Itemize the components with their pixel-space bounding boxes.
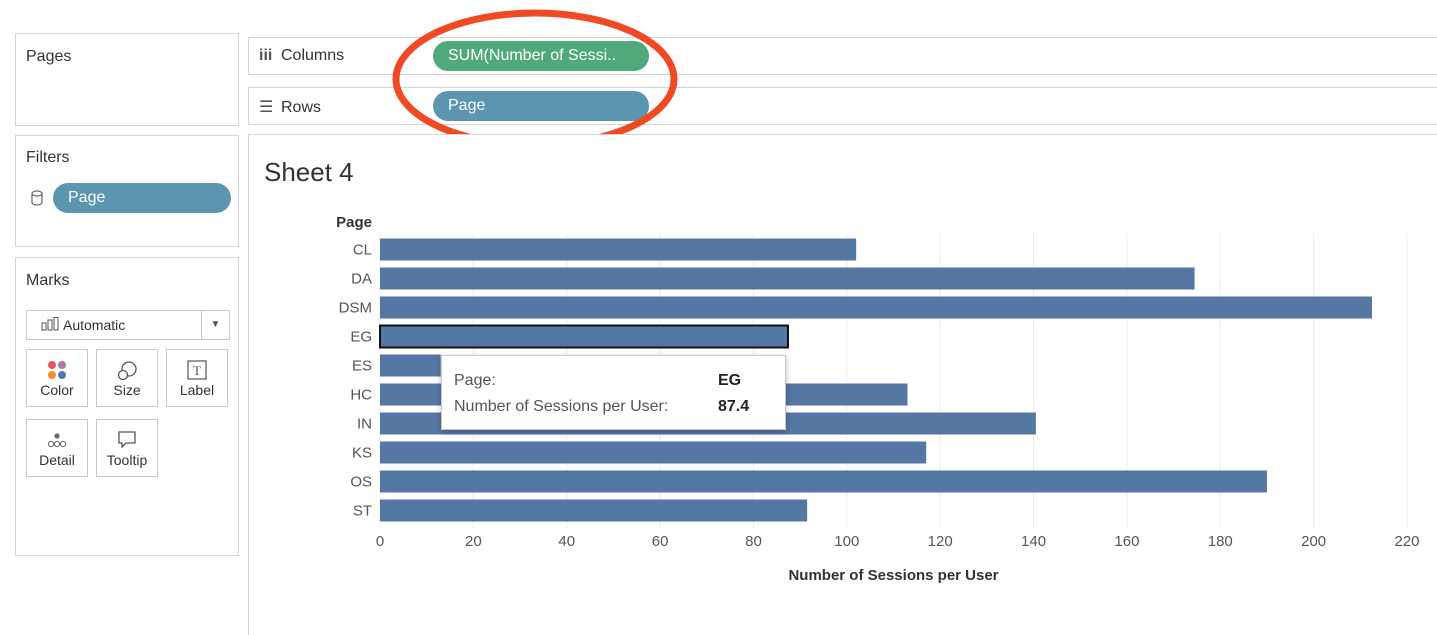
- category-label-da: DA: [351, 271, 372, 288]
- category-label-st: ST: [353, 503, 372, 520]
- mark-type-value: Automatic: [63, 317, 126, 333]
- bar-dsm[interactable]: [380, 296, 1372, 319]
- chevron-down-icon[interactable]: ▼: [201, 311, 229, 339]
- annotation-ellipse: [392, 9, 678, 149]
- filters-title: Filters: [26, 149, 70, 166]
- bar-da[interactable]: [380, 267, 1195, 290]
- svg-text:T: T: [193, 363, 201, 378]
- rows-shelf[interactable]: ☰ Rows Page: [248, 87, 1437, 125]
- x-tick-label: 160: [1114, 533, 1139, 550]
- database-icon: [30, 190, 44, 211]
- label-label: Label: [179, 382, 215, 398]
- bar-es[interactable]: [380, 354, 441, 377]
- x-tick-label: 180: [1208, 533, 1233, 550]
- category-label-eg: EG: [350, 329, 372, 346]
- pages-title: Pages: [26, 48, 72, 65]
- bar-cl[interactable]: [380, 238, 857, 261]
- tooltip-page-label: Page:: [454, 372, 496, 389]
- category-label-es: ES: [352, 358, 372, 375]
- category-label-in: IN: [357, 416, 372, 433]
- label-button[interactable]: T Label: [166, 349, 228, 407]
- category-label-hc: HC: [350, 387, 372, 404]
- category-axis-title: Page: [336, 214, 372, 231]
- tooltip-metric-value: 87.4: [718, 398, 750, 415]
- size-icon: [97, 350, 157, 381]
- sheet-title: Sheet 4: [264, 157, 354, 187]
- x-tick-label: 200: [1301, 533, 1326, 550]
- text-label-icon: T: [167, 350, 227, 380]
- rows-label: Rows: [281, 99, 322, 116]
- x-tick-label: 80: [745, 533, 762, 550]
- bar-ks[interactable]: [380, 441, 927, 464]
- columns-icon: iii: [259, 47, 273, 64]
- columns-label: Columns: [281, 47, 345, 64]
- bar-chart-icon: [41, 312, 59, 340]
- mark-tooltip: Page: EG Number of Sessions per User: 87…: [441, 355, 786, 430]
- x-tick-label: 220: [1394, 533, 1419, 550]
- tooltip-page-value: EG: [718, 372, 742, 389]
- bar-st[interactable]: [380, 499, 808, 522]
- tooltip-metric-label: Number of Sessions per User:: [454, 398, 669, 415]
- category-label-dsm: DSM: [339, 300, 372, 317]
- mark-type-dropdown[interactable]: Automatic ▼: [26, 310, 230, 340]
- speech-bubble-icon: [97, 420, 157, 449]
- tooltip-button[interactable]: Tooltip: [96, 419, 158, 477]
- bar-chart[interactable]: Page CL DA DSM EG ES HC IN KS OS ST0 20 40 60 80 100 120…: [260, 205, 1435, 605]
- color-dots-icon: [27, 350, 87, 379]
- detail-button[interactable]: Detail: [26, 419, 88, 477]
- x-axis-title: Number of Sessions per User: [788, 567, 998, 584]
- filters-card[interactable]: Filters Page: [15, 135, 239, 247]
- color-label: Color: [40, 382, 74, 398]
- size-button[interactable]: Size: [96, 349, 158, 407]
- x-tick-label: 140: [1021, 533, 1046, 550]
- detail-label: Detail: [39, 452, 75, 468]
- bar-os[interactable]: [380, 470, 1267, 493]
- category-label-cl: CL: [353, 242, 372, 259]
- columns-pill[interactable]: SUM(Number of Sessi..: [433, 41, 649, 71]
- x-tick-label: 0: [376, 533, 384, 550]
- marks-title: Marks: [26, 272, 70, 289]
- tooltip-label: Tooltip: [106, 452, 148, 468]
- x-tick-label: 40: [558, 533, 575, 550]
- rows-icon: ☰: [259, 99, 274, 116]
- rows-pill[interactable]: Page: [433, 91, 649, 121]
- filter-pill-page[interactable]: Page: [53, 183, 231, 213]
- detail-dots-icon: [27, 420, 87, 448]
- pages-card[interactable]: Pages: [15, 33, 239, 126]
- color-button[interactable]: Color: [26, 349, 88, 407]
- bar-eg[interactable]: [379, 324, 789, 349]
- category-label-ks: KS: [352, 445, 372, 462]
- x-tick-label: 120: [928, 533, 953, 550]
- size-label: Size: [113, 382, 141, 398]
- x-tick-label: 60: [652, 533, 669, 550]
- x-tick-label: 20: [465, 533, 482, 550]
- columns-shelf[interactable]: iii Columns SUM(Number of Sessi..: [248, 37, 1437, 75]
- category-label-os: OS: [350, 474, 372, 491]
- x-tick-label: 100: [834, 533, 859, 550]
